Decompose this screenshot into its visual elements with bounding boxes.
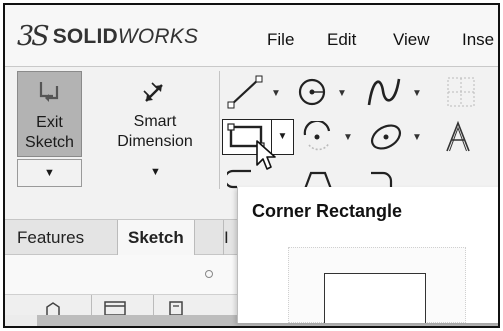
divider [91, 295, 92, 315]
toolbar-separator [219, 71, 220, 189]
feature-tree-icon[interactable] [43, 299, 65, 315]
divider [153, 295, 154, 315]
circle-icon[interactable] [295, 75, 329, 109]
menu-view[interactable]: View [393, 30, 430, 50]
screenshot-frame: 3S SOLIDWORKS File Edit View Inse Exit S… [3, 3, 500, 328]
solidworks-logo[interactable]: 3S SOLIDWORKS [17, 21, 198, 52]
menu-edit[interactable]: Edit [327, 30, 356, 50]
grid-icon[interactable] [445, 75, 477, 109]
smart-label-line2: Dimension [117, 133, 193, 150]
title-bar: 3S SOLIDWORKS File Edit View Inse [5, 5, 498, 67]
exit-sketch-button[interactable]: Exit Sketch [17, 71, 82, 157]
smart-dimension-icon [143, 82, 163, 102]
feature-manager-toolbar [5, 295, 237, 315]
exit-label-line2: Sketch [25, 134, 74, 151]
chevron-down-icon: ▼ [44, 167, 55, 179]
dot-icon [205, 270, 213, 278]
menu-file[interactable]: File [267, 30, 294, 50]
menu-insert[interactable]: Inse [462, 30, 494, 50]
tooltip-rectangle-preview [324, 273, 426, 323]
mouse-cursor-icon [256, 140, 276, 170]
ellipse-dropdown[interactable]: ▼ [412, 132, 422, 143]
tooltip-title: Corner Rectangle [252, 201, 403, 221]
brand-name: SOLIDWORKS [52, 24, 199, 48]
exit-sketch-dropdown[interactable]: ▼ [17, 159, 82, 187]
corner-rectangle-tooltip: Corner Rectangle [237, 187, 498, 323]
smart-label-line1: Smart [133, 113, 177, 130]
spline-dropdown[interactable]: ▼ [412, 88, 422, 99]
text-icon[interactable] [441, 119, 477, 155]
ellipse-icon[interactable] [367, 121, 405, 153]
arc-dropdown[interactable]: ▼ [343, 132, 353, 143]
spline-icon[interactable] [365, 75, 405, 109]
circle-dropdown[interactable]: ▼ [337, 88, 347, 99]
exit-sketch-icon [39, 82, 58, 102]
line-icon[interactable] [227, 75, 265, 109]
arc-icon[interactable] [301, 121, 335, 153]
feature-manager-header [5, 255, 237, 295]
smart-dimension-button[interactable]: Smart Dimension [99, 71, 211, 157]
smart-dimension-dropdown[interactable]: ▼ [150, 166, 161, 178]
property-manager-icon[interactable] [103, 299, 127, 315]
tab-sketch[interactable]: Sketch [117, 220, 195, 255]
exit-label-line1: Exit [36, 114, 63, 131]
tab-features[interactable]: Features [7, 220, 94, 255]
tab-next[interactable]: I [223, 220, 237, 255]
configuration-manager-icon[interactable] [165, 299, 187, 315]
line-dropdown[interactable]: ▼ [271, 88, 281, 99]
ds-logo-mark: 3S [17, 21, 50, 52]
